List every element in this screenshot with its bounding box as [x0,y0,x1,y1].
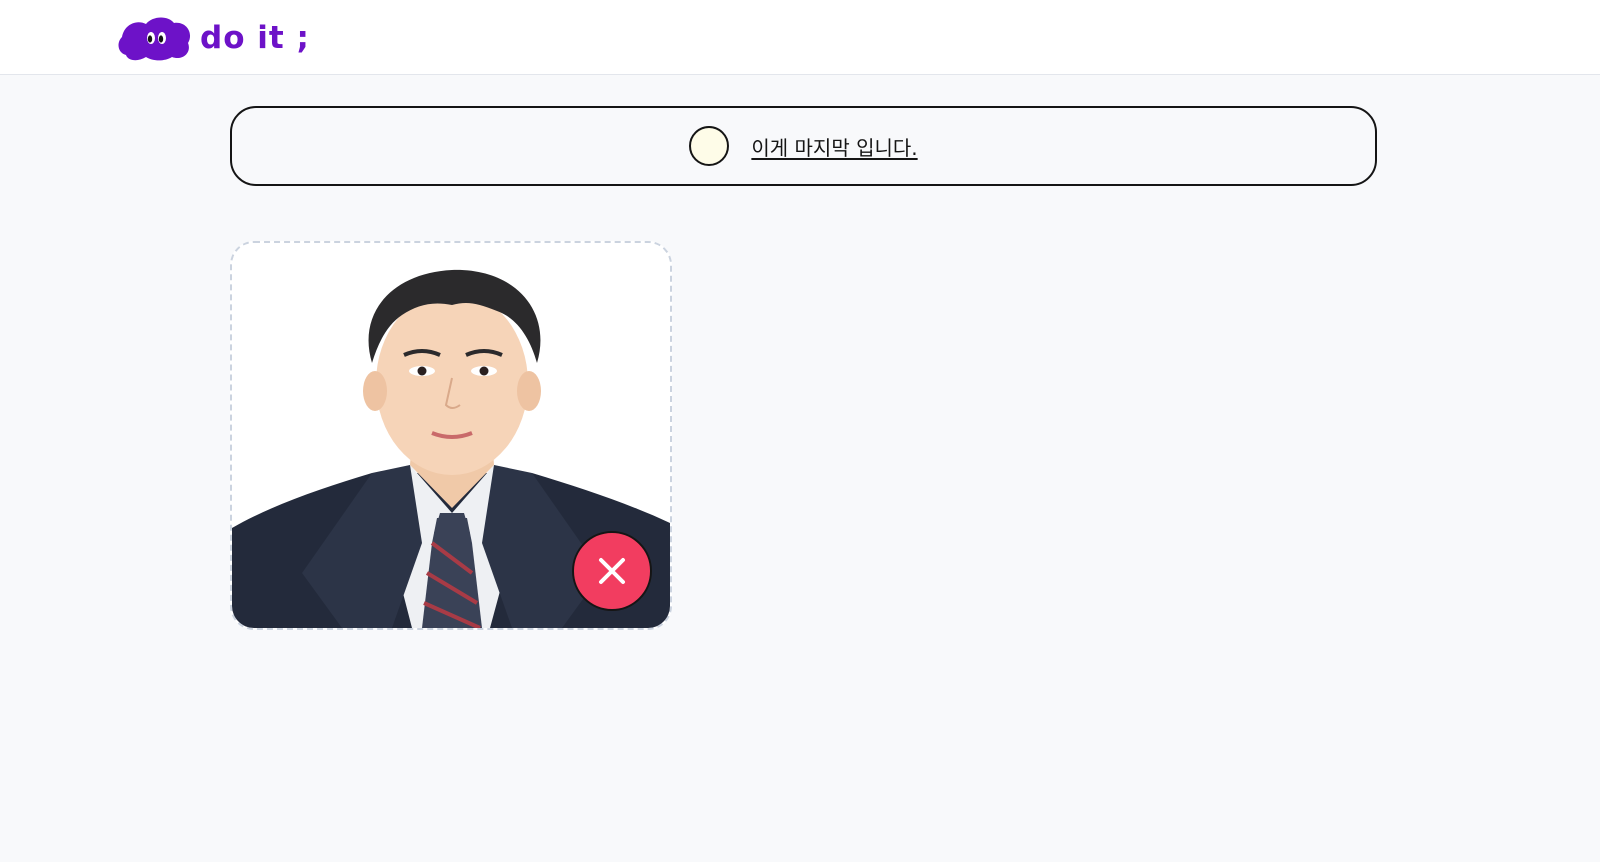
todo-item: 이게 마지막 입니다. [230,106,1377,186]
logo-link[interactable]: do it ; [116,15,310,61]
image-card [230,241,672,630]
app-header: do it ; [0,0,1600,75]
circle-checkbox-icon[interactable] [689,126,730,166]
cloud-mascot-icon [118,17,191,61]
delete-image-button[interactable] [572,531,652,611]
logo-text: do it ; [200,20,310,56]
todo-text[interactable]: 이게 마지막 입니다. [751,132,917,161]
close-icon [599,558,625,584]
